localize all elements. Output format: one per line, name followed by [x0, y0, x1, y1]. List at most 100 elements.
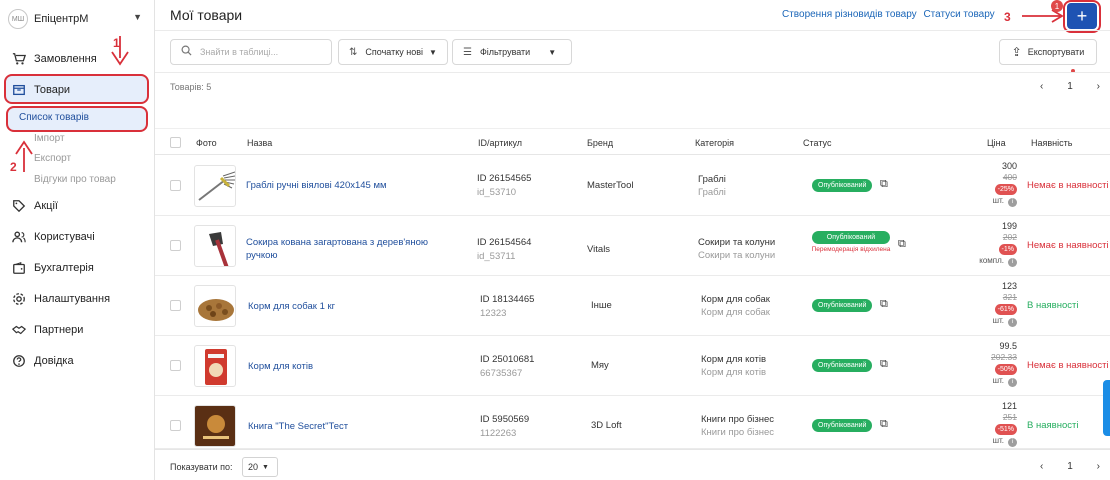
product-name-link[interactable]: Граблі ручні віялові 420х145 мм: [246, 179, 461, 192]
table-row[interactable]: Корм для котів ID 25010681 66735367 Мяу …: [155, 336, 1110, 396]
search-input[interactable]: Знайти в таблиці...: [170, 39, 332, 65]
product-category: Граблі Граблі: [698, 173, 726, 199]
product-price: 199 202 -1% компл. i: [977, 221, 1017, 267]
category-value: Корм для собак: [701, 294, 770, 305]
side-widget-tab[interactable]: [1103, 380, 1110, 436]
status-badge: Опублікований: [812, 231, 890, 244]
price-value: 123: [1001, 281, 1017, 291]
table-row[interactable]: Сокира кована загартована з дерев'яною р…: [155, 216, 1110, 276]
per-page-label: Показувати по:: [170, 462, 233, 472]
row-checkbox[interactable]: [170, 360, 181, 371]
product-thumbnail[interactable]: [194, 165, 236, 207]
prev-page-icon[interactable]: ‹: [1040, 461, 1043, 472]
select-all-checkbox[interactable]: [170, 137, 181, 148]
current-page[interactable]: 1: [1067, 461, 1073, 472]
cart-icon: [12, 52, 26, 66]
store-switcher[interactable]: МШ ЕпіцентрМ ▼: [8, 8, 148, 30]
copy-icon[interactable]: ⧉: [880, 298, 888, 311]
product-name-link[interactable]: Корм для собак 1 кг: [248, 300, 463, 313]
product-price: 99.5 202.33 -50% шт. i: [977, 341, 1017, 387]
sidebar-item-users[interactable]: Користувачі: [12, 227, 95, 247]
per-page-select[interactable]: 20 ▼: [242, 457, 278, 477]
status-badge: Опублікований: [812, 179, 873, 192]
copy-icon[interactable]: ⧉: [880, 178, 888, 191]
link-create-variants[interactable]: Створення різновидів товару: [782, 9, 917, 20]
price-unit: шт.: [992, 316, 1004, 325]
handshake-icon: [12, 323, 26, 337]
table-row[interactable]: Корм для собак 1 кг ID 18134465 12323 Ін…: [155, 276, 1110, 336]
next-page-icon[interactable]: ›: [1097, 461, 1100, 472]
row-checkbox[interactable]: [170, 420, 181, 431]
product-name-link[interactable]: Книга "The Secret"Тест: [248, 420, 463, 433]
link-product-statuses[interactable]: Статуси товару: [923, 9, 994, 20]
sidebar-item-help[interactable]: Довідка: [12, 351, 74, 371]
sidebar-item-partners[interactable]: Партнери: [12, 320, 83, 340]
copy-icon[interactable]: ⧉: [880, 358, 888, 371]
per-page-value: 20: [248, 462, 259, 472]
book-icon: [195, 406, 235, 446]
filter-dropdown[interactable]: ☰ Фільтрувати ▼: [452, 39, 572, 65]
add-product-button[interactable]: +: [1067, 3, 1097, 29]
filter-icon: ☰: [463, 46, 472, 58]
sidebar-item-orders[interactable]: Замовлення: [12, 49, 97, 69]
next-page-icon[interactable]: ›: [1097, 81, 1100, 92]
chevron-down-icon: ▼: [133, 12, 142, 22]
sort-dropdown[interactable]: ⇅ Спочатку нові ▼: [338, 39, 448, 65]
product-brand: Інше: [591, 300, 612, 311]
chevron-down-icon: ▼: [548, 47, 557, 57]
product-id: ID 25010681 66735367: [480, 353, 534, 381]
product-thumbnail[interactable]: [194, 285, 236, 327]
info-icon[interactable]: i: [1008, 198, 1017, 207]
product-thumbnail[interactable]: [194, 225, 236, 267]
price-unit: компл.: [979, 256, 1004, 265]
product-id: ID 5950569 1122263: [480, 413, 529, 441]
price-value: 99.5: [999, 341, 1017, 351]
moderation-note: Перемодерація відхилена: [811, 246, 891, 253]
sidebar: МШ ЕпіцентрМ ▼ Замовлення Товари Список …: [0, 0, 155, 480]
discount-badge: -61%: [994, 304, 1017, 315]
upload-icon: ⇪: [1011, 45, 1022, 59]
product-id-value: ID 25010681: [480, 354, 535, 365]
product-sku: 66735367: [480, 368, 523, 379]
copy-icon[interactable]: ⧉: [880, 418, 888, 431]
row-checkbox[interactable]: [170, 300, 181, 311]
old-price: 202.33: [991, 352, 1017, 362]
price-unit: шт.: [992, 436, 1004, 445]
sidebar-item-promotions[interactable]: Акції: [12, 196, 58, 216]
col-brand: Бренд: [587, 138, 614, 148]
product-name-link[interactable]: Корм для котів: [248, 360, 463, 373]
old-price: 202: [1002, 232, 1017, 242]
old-price: 321: [1002, 292, 1017, 302]
discount-badge: -51%: [994, 424, 1017, 435]
sidebar-item-settings[interactable]: Налаштування: [12, 289, 110, 309]
product-sku: 1122263: [480, 428, 517, 439]
row-checkbox[interactable]: [170, 240, 181, 251]
product-brand: 3D Loft: [591, 420, 622, 431]
product-name-link[interactable]: Сокира кована загартована з дерев'яною р…: [246, 236, 461, 262]
sidebar-item-accounting[interactable]: Бухгалтерія: [12, 258, 94, 278]
subnav-reviews[interactable]: Відгуки про товар: [34, 174, 116, 185]
current-page[interactable]: 1: [1067, 81, 1073, 92]
copy-icon[interactable]: ⧉: [898, 238, 906, 251]
info-icon[interactable]: i: [1008, 378, 1017, 387]
info-icon[interactable]: i: [1008, 438, 1017, 447]
info-icon[interactable]: i: [1008, 258, 1017, 267]
col-availability: Наявність: [1031, 138, 1073, 148]
annotation-number-1: 1: [113, 36, 120, 50]
table-footer: Показувати по: 20 ▼ ‹ 1 ›: [155, 449, 1110, 480]
table-row[interactable]: Граблі ручні віялові 420х145 мм ID 26154…: [155, 156, 1110, 216]
product-thumbnail[interactable]: [194, 345, 236, 387]
prev-page-icon[interactable]: ‹: [1040, 81, 1043, 92]
status-badge: Опублікований: [812, 299, 873, 312]
price-value: 121: [1001, 401, 1017, 411]
axe-icon: [209, 232, 229, 266]
export-button[interactable]: ⇪ Експортувати: [999, 39, 1097, 65]
old-price: 400: [1002, 172, 1017, 182]
table-row[interactable]: Книга "The Secret"Тест ID 5950569 112226…: [155, 396, 1110, 449]
sidebar-item-label: Партнери: [34, 324, 84, 336]
help-icon: [12, 354, 26, 368]
row-checkbox[interactable]: [170, 180, 181, 191]
col-category: Категорія: [695, 138, 735, 148]
product-thumbnail[interactable]: [194, 405, 236, 447]
info-icon[interactable]: i: [1008, 318, 1017, 327]
